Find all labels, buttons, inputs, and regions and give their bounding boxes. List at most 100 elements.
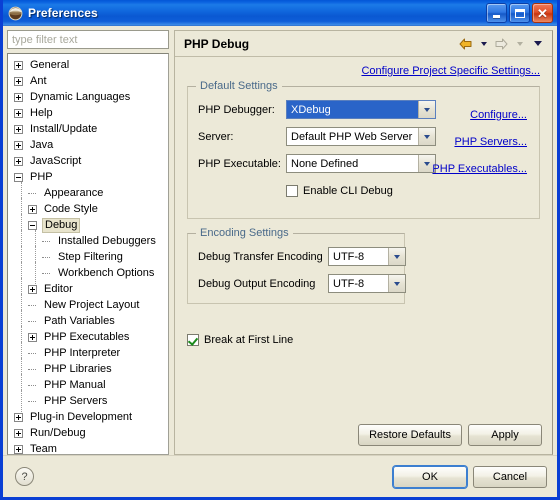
sidebar-item-php-executables[interactable]: PHP Executables: [8, 326, 168, 348]
debug-transfer-encoding-select[interactable]: UTF-8: [328, 247, 406, 266]
tree-collapse-icon[interactable]: [28, 220, 37, 230]
maximize-button[interactable]: [509, 3, 530, 23]
ok-button[interactable]: OK: [393, 465, 467, 488]
sidebar-item-debug[interactable]: Debug: [8, 214, 168, 236]
tree-expand-icon[interactable]: [14, 412, 23, 422]
default-settings-links: Configure... PHP Servers... PHP Executab…: [432, 101, 527, 182]
sidebar-item-php-manual[interactable]: PHP Manual: [8, 374, 168, 396]
tree-collapse-icon[interactable]: [14, 172, 23, 182]
php-servers-link[interactable]: PHP Servers...: [454, 136, 527, 148]
sidebar-item-label: Dynamic Languages: [30, 90, 131, 103]
sidebar-item-team[interactable]: Team: [8, 441, 168, 454]
sidebar-item-php-servers[interactable]: PHP Servers: [8, 390, 168, 412]
server-row: Server: Default PHP Web Server: [198, 127, 436, 146]
page-menu-chevron-down-icon[interactable]: [529, 35, 546, 52]
tree-expand-icon[interactable]: [28, 332, 37, 342]
tree-leaf-connector: [42, 269, 51, 278]
debug-output-encoding-select[interactable]: UTF-8: [328, 274, 406, 293]
php-executables-link[interactable]: PHP Executables...: [432, 163, 527, 175]
sidebar-item-new-project-layout[interactable]: New Project Layout: [8, 294, 168, 316]
sidebar-item-install-update[interactable]: Install/Update: [8, 121, 168, 137]
configure-project-specific-settings-link[interactable]: Configure Project Specific Settings...: [361, 65, 540, 77]
tree-indent: [8, 182, 28, 204]
php-executable-select[interactable]: None Defined: [286, 154, 436, 173]
tree-indent: [8, 294, 28, 316]
sidebar-item-php-libraries[interactable]: PHP Libraries: [8, 358, 168, 380]
sidebar-item-java[interactable]: Java: [8, 137, 168, 153]
tree-expand-icon[interactable]: [14, 76, 23, 86]
tree-leaf-connector: [28, 301, 37, 310]
debug-transfer-encoding-row: Debug Transfer Encoding UTF-8: [198, 247, 406, 266]
tree-expand-icon[interactable]: [14, 428, 23, 438]
tree-indent: [8, 390, 28, 412]
close-button[interactable]: ✕: [532, 3, 553, 23]
tree-expand-icon[interactable]: [14, 60, 23, 70]
tree-connector-line: [42, 256, 50, 258]
maximize-icon: [510, 4, 529, 22]
sidebar-item-installed-debuggers[interactable]: Installed Debuggers: [8, 230, 168, 252]
tree-expand-icon[interactable]: [14, 108, 23, 118]
debug-output-encoding-value: UTF-8: [333, 277, 365, 290]
tree-leaf-connector: [28, 317, 37, 326]
php-servers-link-item: PHP Servers...: [432, 128, 527, 155]
sidebar-item-php[interactable]: PHP: [8, 169, 168, 185]
sidebar-item-run-debug[interactable]: Run/Debug: [8, 425, 168, 441]
sidebar-item-step-filtering[interactable]: Step Filtering: [8, 246, 168, 268]
tree-indent: [8, 246, 42, 268]
cancel-button[interactable]: Cancel: [473, 465, 547, 488]
php-debugger-select[interactable]: XDebug: [286, 100, 436, 119]
enable-cli-debug-checkbox[interactable]: Enable CLI Debug: [286, 184, 393, 197]
sidebar-item-label: Ant: [30, 74, 47, 87]
sidebar-item-php-interpreter[interactable]: PHP Interpreter: [8, 342, 168, 364]
debug-output-encoding-label: Debug Output Encoding: [198, 277, 316, 290]
tree-connector-line: [42, 272, 50, 274]
debug-transfer-encoding-value: UTF-8: [333, 250, 365, 263]
php-debugger-row: PHP Debugger: XDebug: [198, 100, 436, 119]
forward-history-chevron-down-icon: [511, 35, 528, 52]
sidebar-item-javascript[interactable]: JavaScript: [8, 153, 168, 169]
sidebar-item-code-style[interactable]: Code Style: [8, 198, 168, 220]
sidebar-item-label: PHP Executables: [44, 330, 130, 343]
sidebar-item-path-variables[interactable]: Path Variables: [8, 310, 168, 332]
back-history-chevron-down-icon[interactable]: [475, 35, 492, 52]
filter-input[interactable]: [7, 30, 169, 49]
break-at-first-line-checkbox[interactable]: Break at First Line: [187, 334, 540, 346]
encoding-settings-group: Encoding Settings Debug Transfer Encodin…: [187, 227, 406, 304]
window-title: Preferences: [28, 6, 98, 20]
sidebar-item-label: New Project Layout: [44, 298, 140, 311]
sidebar-item-workbench-options[interactable]: Workbench Options: [8, 262, 168, 284]
restore-defaults-button[interactable]: Restore Defaults: [358, 424, 462, 446]
page-nav-controls: [457, 35, 546, 52]
debug-transfer-encoding-label: Debug Transfer Encoding: [198, 250, 323, 263]
sidebar-item-label: Run/Debug: [30, 426, 86, 439]
sidebar-item-editor[interactable]: Editor: [8, 278, 168, 300]
sidebar-item-plug-in-development[interactable]: Plug-in Development: [8, 409, 168, 425]
preferences-tree[interactable]: General Ant Dynamic Languages Help Install/U…: [7, 53, 169, 455]
server-select[interactable]: Default PHP Web Server: [286, 127, 436, 146]
configure-link[interactable]: Configure...: [470, 109, 527, 121]
tree-expand-icon[interactable]: [28, 204, 37, 214]
tree-expand-icon[interactable]: [28, 284, 37, 294]
minimize-button[interactable]: [486, 3, 507, 23]
tree-expand-icon[interactable]: [14, 140, 23, 150]
default-settings-group-title: Default Settings: [196, 80, 282, 92]
close-icon: ✕: [537, 5, 548, 21]
sidebar-item-help[interactable]: Help: [8, 105, 168, 121]
sidebar-item-general[interactable]: General: [8, 57, 168, 73]
tree-expand-icon[interactable]: [14, 92, 23, 102]
tree-expand-icon[interactable]: [14, 444, 23, 454]
back-arrow-icon[interactable]: [457, 35, 474, 52]
tree-indent: [8, 358, 28, 380]
content-area: General Ant Dynamic Languages Help Install/U…: [3, 26, 557, 455]
sidebar-item-appearance[interactable]: Appearance: [8, 182, 168, 204]
chevron-down-icon: [388, 275, 405, 292]
tree-expand-icon[interactable]: [14, 156, 23, 166]
apply-button[interactable]: Apply: [468, 424, 542, 446]
chevron-down-icon: [388, 248, 405, 265]
sidebar-item-dynamic-languages[interactable]: Dynamic Languages: [8, 89, 168, 105]
tree-indent: [8, 310, 28, 332]
help-question-icon[interactable]: ?: [15, 467, 34, 486]
tree-expand-icon[interactable]: [14, 124, 23, 134]
tree-indent: [8, 214, 28, 236]
sidebar-item-ant[interactable]: Ant: [8, 73, 168, 89]
